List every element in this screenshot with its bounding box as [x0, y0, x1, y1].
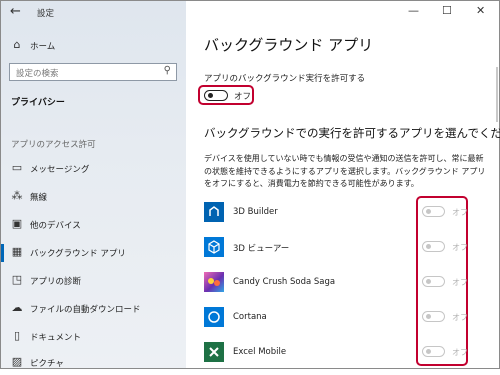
app-name: 3D Builder	[233, 207, 278, 217]
sidebar-item-background-apps[interactable]: ▦ バックグラウンド アプリ	[1, 241, 186, 265]
sidebar-item-label: 無線	[30, 193, 48, 203]
master-toggle-state: オフ	[234, 92, 252, 102]
apps-subheading: バックグラウンドでの実行を許可するアプリを選んでください	[204, 126, 500, 140]
app-name: Candy Crush Soda Saga	[233, 277, 336, 287]
master-toggle[interactable]	[204, 90, 228, 101]
app-name: Cortana	[233, 312, 267, 322]
sidebar-item-home[interactable]: ⌂ ホーム	[1, 34, 186, 58]
radio-icon: ⁂	[11, 189, 23, 202]
excel-icon	[204, 342, 224, 362]
app-toggle[interactable]	[422, 206, 445, 217]
search-placeholder: 設定の検索	[16, 69, 59, 79]
maximize-button[interactable]: ☐	[442, 4, 452, 17]
app-toggle-state: オフ	[452, 313, 468, 322]
sidebar-item-other-devices[interactable]: ▣ 他のデバイス	[1, 213, 186, 237]
app-toggle-state: オフ	[452, 278, 468, 287]
sidebar-item-messaging[interactable]: ▭ メッセージング	[1, 157, 186, 181]
toggle-knob	[426, 314, 431, 319]
section-title: アプリのアクセス許可	[11, 140, 96, 150]
sidebar-item-label: ファイルの自動ダウンロード	[30, 305, 141, 315]
app-toggle-state: オフ	[452, 208, 468, 217]
app-toggle-state: オフ	[452, 348, 468, 357]
scrollbar[interactable]	[496, 67, 498, 122]
sidebar-item-radio[interactable]: ⁂ 無線	[1, 185, 186, 209]
3d-builder-icon	[204, 202, 224, 222]
cortana-icon	[204, 307, 224, 327]
app-toggle[interactable]	[422, 276, 445, 287]
sidebar-item-label: ピクチャ	[30, 359, 64, 369]
document-icon: ▯	[13, 329, 21, 342]
sidebar: ← 設定 ⌂ ホーム 設定の検索 ⚲ プライバシー アプリのアクセス許可 ▭ メ…	[1, 1, 186, 369]
sidebar-item-label: バックグラウンド アプリ	[30, 249, 126, 259]
close-button[interactable]: ✕	[476, 4, 485, 17]
3d-viewer-icon	[204, 237, 224, 257]
app-name: 3D ビューアー	[233, 244, 290, 254]
message-icon: ▭	[11, 161, 23, 174]
diagnostics-icon: ◳	[11, 273, 23, 286]
settings-window: ← 設定 ⌂ ホーム 設定の検索 ⚲ プライバシー アプリのアクセス許可 ▭ メ…	[0, 0, 500, 369]
privacy-title: プライバシー	[11, 98, 65, 108]
app-toggle[interactable]	[422, 311, 445, 322]
app-row-candy-crush: Candy Crush Soda Saga オフ	[186, 272, 499, 302]
toggle-knob	[426, 349, 431, 354]
app-toggle[interactable]	[422, 241, 445, 252]
description: デバイスを使用していない時でも情報の受信や通知の送信を許可し、常に最新の状態を維…	[204, 154, 486, 188]
cloud-download-icon: ☁	[11, 301, 23, 314]
back-arrow-icon[interactable]: ←	[10, 4, 21, 19]
background-apps-icon: ▦	[11, 245, 23, 258]
devices-icon: ▣	[11, 217, 23, 230]
app-toggle-state: オフ	[452, 243, 468, 252]
candy-crush-icon	[204, 272, 224, 292]
home-label: ホーム	[30, 42, 56, 52]
toggle-knob	[426, 209, 431, 214]
sidebar-item-label: 他のデバイス	[30, 221, 81, 231]
sidebar-item-label: メッセージング	[30, 165, 90, 175]
picture-icon: ▨	[11, 355, 23, 368]
window-title: 設定	[37, 9, 55, 19]
sidebar-item-auto-download[interactable]: ☁ ファイルの自動ダウンロード	[1, 297, 186, 321]
toggle-knob	[208, 93, 213, 98]
search-input[interactable]: 設定の検索 ⚲	[9, 63, 177, 81]
app-row-excel-mobile: Excel Mobile オフ	[186, 342, 499, 372]
master-toggle-label: アプリのバックグラウンド実行を許可する	[204, 74, 366, 84]
home-icon: ⌂	[13, 38, 21, 51]
app-row-3d-viewer: 3D ビューアー オフ	[186, 237, 499, 267]
minimize-button[interactable]: —	[408, 4, 419, 17]
app-row-cortana: Cortana オフ	[186, 307, 499, 337]
sidebar-item-label: ドキュメント	[30, 333, 82, 343]
sidebar-item-pictures[interactable]: ▨ ピクチャ	[1, 351, 186, 375]
app-row-3d-builder: 3D Builder オフ	[186, 202, 499, 232]
app-toggle[interactable]	[422, 346, 445, 357]
sidebar-item-documents[interactable]: ▯ ドキュメント	[1, 325, 186, 349]
selection-indicator	[1, 244, 4, 262]
sidebar-item-app-diagnostics[interactable]: ◳ アプリの診断	[1, 269, 186, 293]
main-content: — ☐ ✕ バックグラウンド アプリ アプリのバックグラウンド実行を許可する オ…	[186, 1, 500, 368]
app-name: Excel Mobile	[233, 347, 287, 357]
sidebar-item-label: アプリの診断	[30, 277, 82, 287]
search-icon[interactable]: ⚲	[164, 65, 171, 76]
toggle-knob	[426, 279, 431, 284]
toggle-knob	[426, 244, 431, 249]
page-title: バックグラウンド アプリ	[204, 36, 374, 54]
